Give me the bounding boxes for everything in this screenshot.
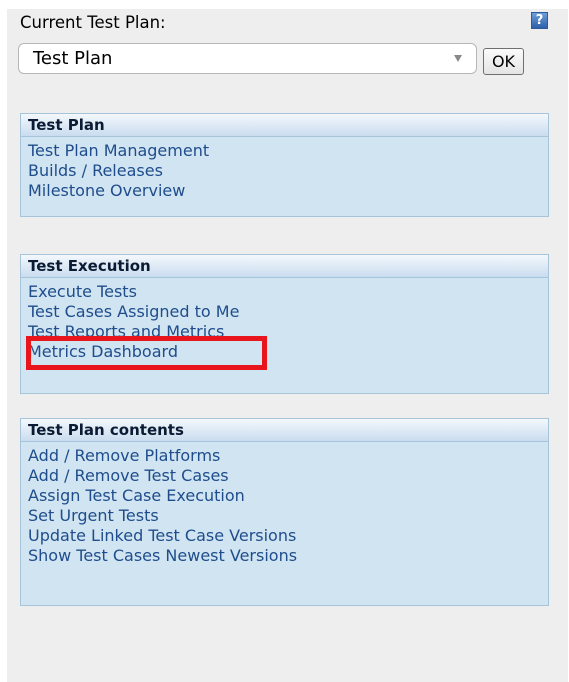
link-update-linked-test-case-versions[interactable]: Update Linked Test Case Versions xyxy=(28,526,548,546)
test-plan-contents-box: Test Plan contents Add / Remove Platform… xyxy=(20,418,549,606)
link-builds-releases[interactable]: Builds / Releases xyxy=(28,161,548,181)
test-plan-select[interactable]: Test Plan xyxy=(18,43,477,74)
test-plan-contents-box-title: Test Plan contents xyxy=(21,419,548,442)
link-add-remove-platforms[interactable]: Add / Remove Platforms xyxy=(28,446,548,466)
test-plan-box: Test Plan Test Plan Management Builds / … xyxy=(20,113,549,217)
link-assign-test-case-execution[interactable]: Assign Test Case Execution xyxy=(28,486,548,506)
link-test-cases-assigned-to-me[interactable]: Test Cases Assigned to Me xyxy=(28,302,548,322)
chevron-down-icon[interactable] xyxy=(454,55,462,62)
link-set-urgent-tests[interactable]: Set Urgent Tests xyxy=(28,506,548,526)
link-show-test-cases-newest-versions[interactable]: Show Test Cases Newest Versions xyxy=(28,546,548,566)
test-plan-box-title: Test Plan xyxy=(21,114,548,137)
test-plan-select-value: Test Plan xyxy=(33,48,113,69)
link-add-remove-test-cases[interactable]: Add / Remove Test Cases xyxy=(28,466,548,486)
link-metrics-dashboard[interactable]: Metrics Dashboard xyxy=(28,342,548,362)
link-test-reports-and-metrics[interactable]: Test Reports and Metrics xyxy=(28,322,548,342)
ok-button[interactable]: OK xyxy=(483,48,524,75)
current-test-plan-label: Current Test Plan: xyxy=(20,13,166,32)
test-execution-box: Test Execution Execute Tests Test Cases … xyxy=(20,254,549,394)
link-milestone-overview[interactable]: Milestone Overview xyxy=(28,181,548,201)
link-execute-tests[interactable]: Execute Tests xyxy=(28,282,548,302)
help-icon[interactable]: ? xyxy=(531,12,548,29)
test-execution-box-title: Test Execution xyxy=(21,255,548,278)
link-test-plan-management[interactable]: Test Plan Management xyxy=(28,141,548,161)
